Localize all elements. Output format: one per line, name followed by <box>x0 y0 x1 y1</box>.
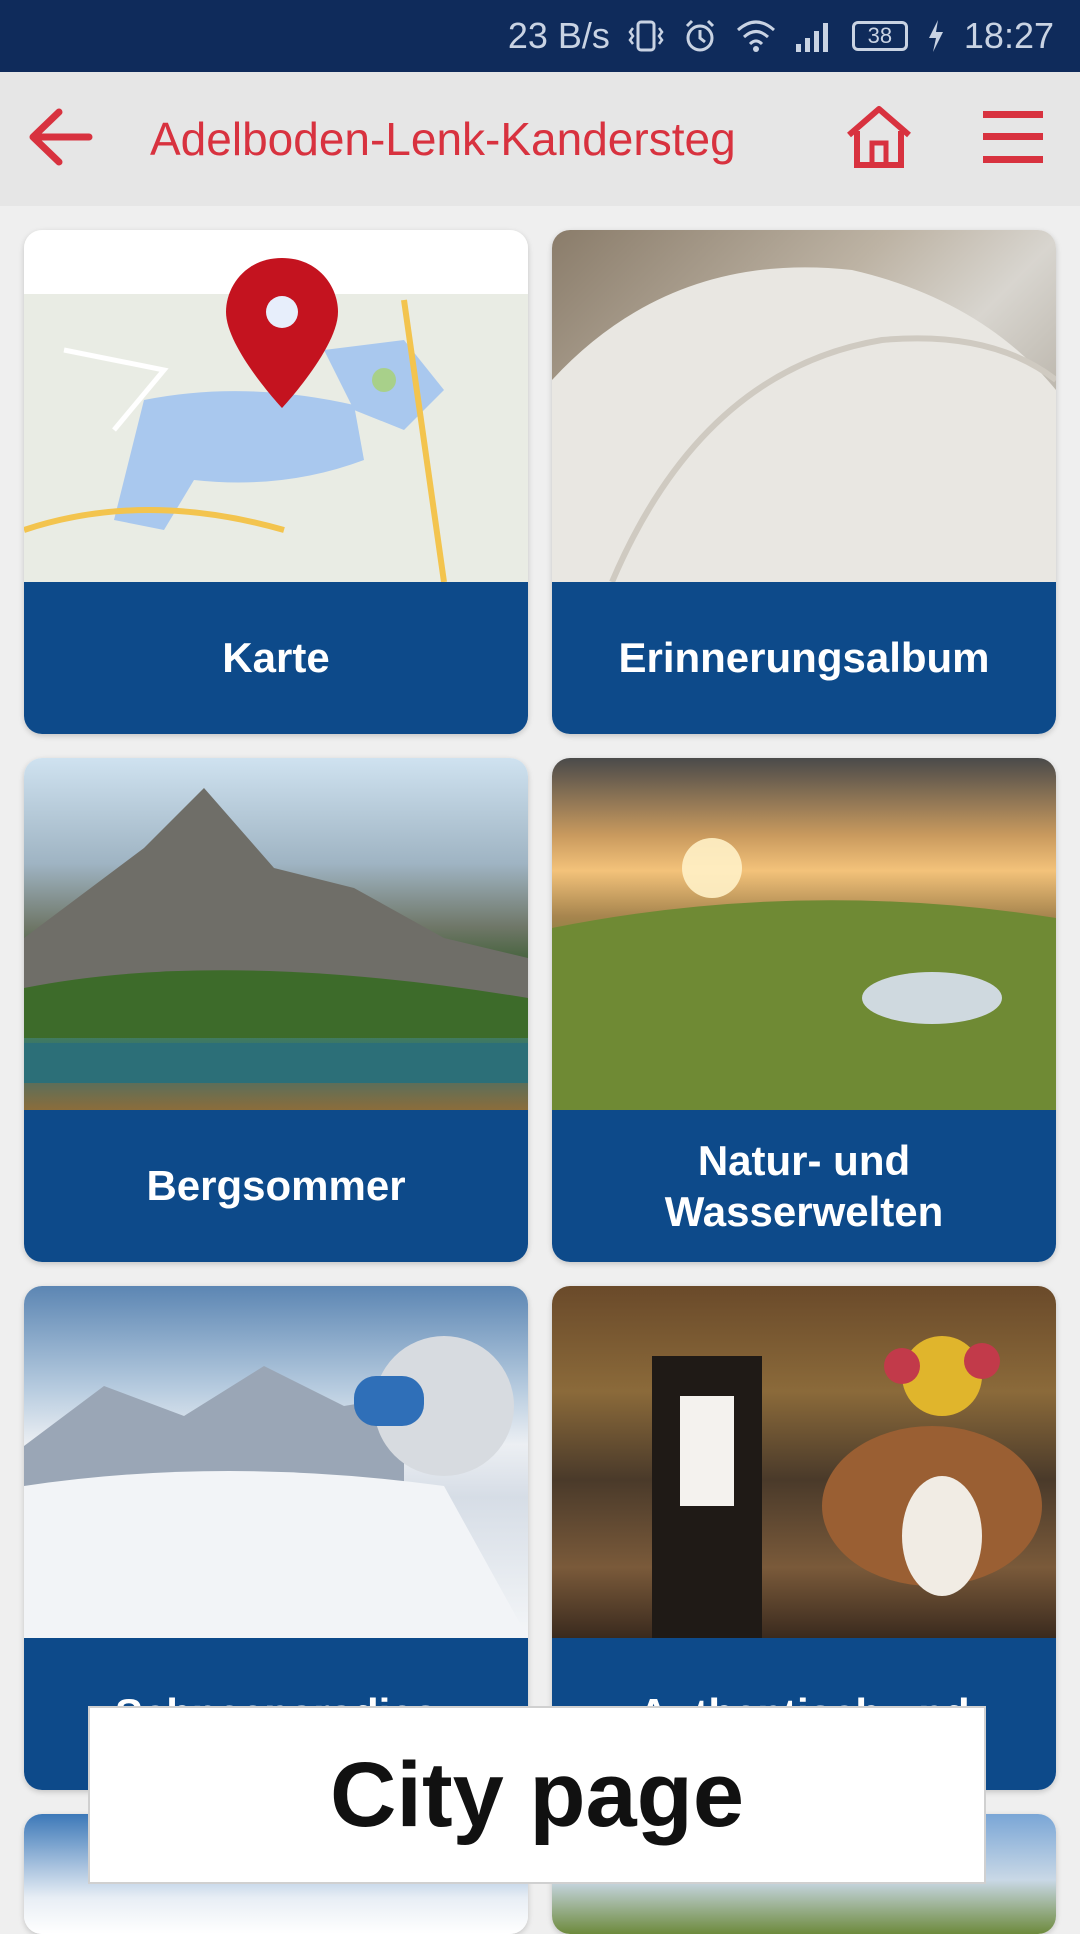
back-button[interactable] <box>0 72 120 206</box>
ski-slope-image <box>24 1286 528 1638</box>
net-speed: 23 B/s <box>507 15 610 56</box>
status-bar: 23 B/s 38 18:27 <box>0 0 1080 72</box>
tile-bergsommer[interactable]: Bergsommer <box>24 758 528 1262</box>
signal-icon <box>794 18 834 54</box>
charging-icon <box>926 18 946 54</box>
tile-karte[interactable]: Karte <box>24 230 528 734</box>
caption-overlay: City page <box>88 1706 986 1884</box>
home-icon <box>843 105 915 174</box>
tile-natur-und-wasserwelten[interactable]: Natur- und Wasserwelten <box>552 758 1056 1262</box>
vibrate-icon <box>628 18 664 54</box>
page-title: Adelboden-Lenk-Kandersteg <box>150 113 736 165</box>
map-with-pin-image <box>24 230 528 582</box>
tile-label: Natur- und Wasserwelten <box>552 1110 1056 1262</box>
battery-level: 38 <box>867 23 893 48</box>
tile-label: Erinnerungsalbum <box>552 582 1056 734</box>
mountain-lake-image <box>24 758 528 1110</box>
alarm-icon <box>682 18 718 54</box>
alpine-cattle-procession-image <box>552 1286 1056 1638</box>
app-bar: Adelboden-Lenk-Kandersteg <box>0 72 1080 206</box>
clock: 18:27 <box>963 15 1054 56</box>
tile-label: Bergsommer <box>24 1110 528 1262</box>
wifi-icon <box>736 18 776 54</box>
open-notebook-image <box>552 230 1056 582</box>
sunset-valley-lake-image <box>552 758 1056 1110</box>
hamburger-menu-icon <box>981 107 1045 172</box>
menu-button[interactable] <box>946 72 1080 206</box>
tile-erinnerungsalbum[interactable]: Erinnerungsalbum <box>552 230 1056 734</box>
category-grid: Karte Erinnerungsalbum Bergsommer Natur-… <box>24 230 1056 1934</box>
arrow-left-icon <box>27 106 93 173</box>
battery-icon: 38 <box>851 21 908 51</box>
home-button[interactable] <box>812 72 946 206</box>
tile-label: Karte <box>24 582 528 734</box>
